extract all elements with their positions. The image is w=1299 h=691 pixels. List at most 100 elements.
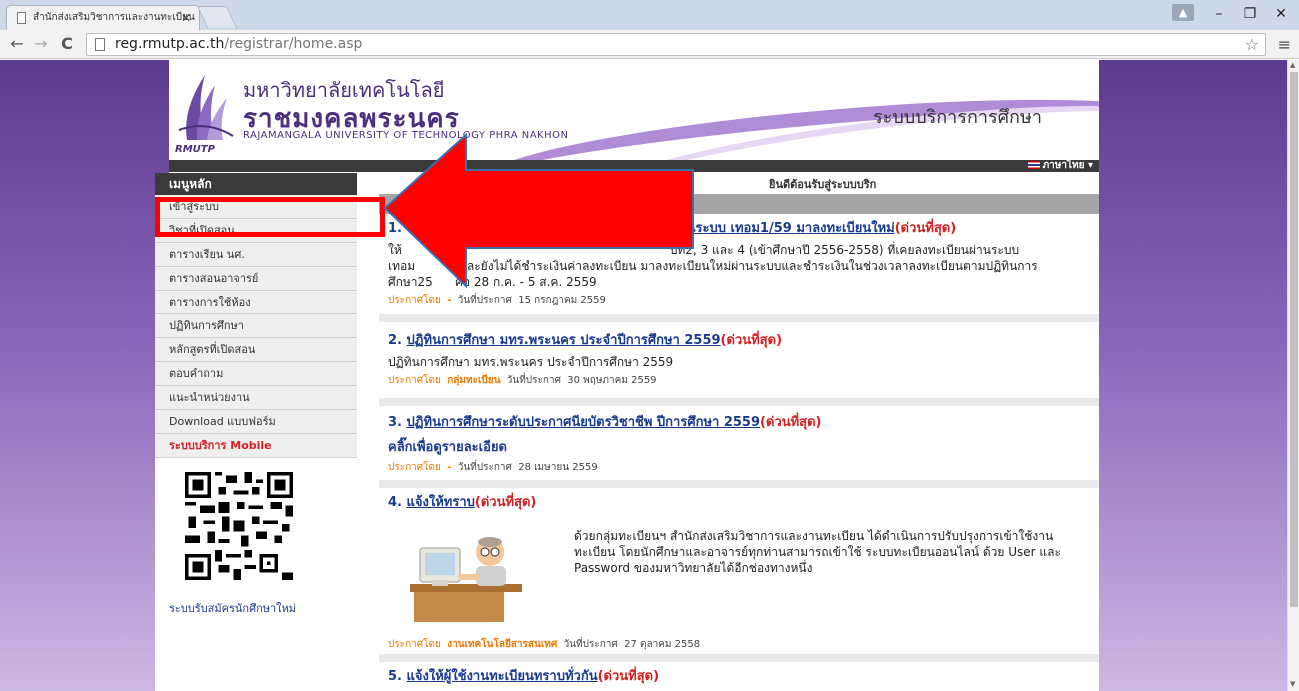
news-item-4: 4. แจ้งให้ทราบ(ด่วนที่สุด) ด้วยกลุ่มทะเบ…	[388, 494, 1088, 644]
system-title: ระบบบริการการศึกษา	[873, 107, 1042, 128]
news-number: 4.	[388, 495, 402, 510]
urgent-label: (ด่วนที่สุด)	[597, 669, 660, 684]
urgent-label: (ด่วนที่สุด)	[894, 221, 957, 236]
sidebar-item-teacher-timetable[interactable]: ตารางสอนอาจารย์	[155, 266, 357, 291]
urgent-label: (ด่วนที่สุด)	[760, 415, 822, 430]
announce-date-label: วันที่ประกาศ	[457, 462, 512, 473]
news-body-fragment: ศึกษา25	[388, 275, 433, 289]
page-viewport: RMUTP มหาวิทยาลัยเทคโนโลยี ราชมงคลพระนคร…	[0, 60, 1287, 691]
news-item-2: 2. ปฏิทินการศึกษา มทร.พระนคร ประจำปีการศ…	[388, 332, 1088, 388]
language-select[interactable]: ภาษาไทย ▾	[1027, 160, 1093, 172]
sidebar-item-about[interactable]: แนะนำหน่วยงาน	[155, 386, 357, 411]
news-body-fragment: ให้	[388, 243, 402, 257]
vertical-scrollbar[interactable]: ▲ ▼	[1287, 60, 1299, 691]
page-icon	[95, 38, 105, 51]
news-title-link[interactable]: เบียนผ่านระบบ เทอม1/59 มาลงทะเบียนใหม่	[643, 221, 895, 236]
announced-by: -	[447, 462, 452, 473]
announce-date-label: วันที่ประกาศ	[506, 375, 561, 386]
close-tab-icon[interactable]: ✕	[181, 6, 191, 30]
urgent-label: (ด่วนที่สุด)	[474, 495, 537, 510]
news-meta: ประกาศโดย - วันที่ประกาศ 15 กรกฎาคม 2559	[388, 294, 1088, 308]
sidebar-item-calendar[interactable]: ปฏิทินการศึกษา	[155, 314, 357, 339]
page-container: RMUTP มหาวิทยาลัยเทคโนโลยี ราชมงคลพระนคร…	[155, 60, 1099, 691]
tab-title: สำนักส่งเสริมวิชาการและงานทะเบียน	[33, 12, 195, 23]
url-host: reg.rmutp.ac.th	[115, 36, 225, 52]
qr-code-icon[interactable]	[185, 472, 293, 580]
scroll-down-icon[interactable]: ▼	[1290, 680, 1295, 688]
urgent-label: (ด่วนที่สุด)	[720, 333, 783, 348]
news-body: ด้วยกลุ่มทะเบียนฯ สำนักส่งเสริมวิชาการแล…	[574, 529, 1061, 575]
university-name-en: RAJAMANGALA UNIVERSITY OF TECHNOLOGY PHR…	[243, 130, 569, 141]
news-title-link[interactable]: ปฏิทินการศึกษาระดับประกาศนียบัตรวิชาชีพ …	[407, 415, 761, 430]
announced-by: กลุ่มทะเบียน	[447, 375, 501, 386]
news-item-1: 1. เบียนผ่านระบบ เทอม1/59 มาลงทะเบียนใหม…	[388, 220, 1088, 308]
sidebar-heading: เมนูหลัก	[155, 173, 357, 195]
sidebar-item-mobile[interactable]: ระบบบริการ Mobile	[155, 433, 357, 458]
new-tab-button[interactable]	[196, 6, 238, 28]
minimize-icon[interactable]: –	[1204, 3, 1234, 25]
news-body: ปฏิทินการศึกษา มทร.พระนคร ประจำปีการศึกษ…	[388, 355, 674, 369]
news-title-link[interactable]: ปฏิทินการศึกษา มทร.พระนคร ประจำปีการศึกษ…	[407, 333, 721, 348]
thai-flag-icon	[1027, 161, 1040, 169]
highlight-box	[155, 197, 385, 237]
news-number: 1.	[388, 221, 402, 236]
scroll-thumb[interactable]	[1290, 72, 1298, 607]
news-separator	[379, 314, 1099, 322]
sidebar-item-curriculum[interactable]: หลักสูตรที่เปิดสอน	[155, 338, 357, 363]
url-path: /registrar/home.asp	[224, 36, 363, 52]
site-header: RMUTP มหาวิทยาลัยเทคโนโลยี ราชมงคลพระนคร…	[169, 60, 1099, 160]
announce-date: 15 กรกฎาคม 2559	[518, 295, 606, 306]
news-item-3: 3. ปฏิทินการศึกษาระดับประกาศนียบัตรวิชาช…	[388, 414, 1088, 475]
news-body-line-3: คือ 28 ก.ค. - 5 ส.ค. 2559	[454, 275, 597, 289]
forward-arrow-icon[interactable]: →	[30, 33, 52, 55]
announce-date-label: วันที่ประกาศ	[457, 295, 512, 306]
close-window-icon[interactable]: ✕	[1266, 3, 1296, 25]
language-label: ภาษาไทย ▾	[1042, 160, 1093, 171]
announced-by-label: ประกาศโดย	[388, 639, 441, 650]
news-number: 5.	[388, 669, 402, 684]
announced-by: งานเทคโนโลยีสารสนเทศ	[447, 639, 558, 650]
news-separator	[379, 398, 1099, 406]
new-student-link[interactable]: ระบบรับสมัครนักศึกษาใหม่	[169, 599, 296, 617]
announce-date: 28 เมษายน 2559	[518, 462, 598, 473]
browser-tab[interactable]: สำนักส่งเสริมวิชาการและงานทะเบียน ✕	[6, 5, 200, 30]
news-title-link[interactable]: แจ้งให้ทราบ	[407, 495, 475, 510]
announced-by-label: ประกาศโดย	[388, 295, 441, 306]
details-link[interactable]: คลิ๊กเพื่อดูรายละเอียด	[388, 436, 1088, 457]
news-meta: ประกาศโดย กลุ่มทะเบียน วันที่ประกาศ 30 พ…	[388, 374, 1088, 388]
announce-date-label: วันที่ประกาศ	[563, 639, 618, 650]
news-meta-row: ประกาศโดย งานเทคโนโลยีสารสนเทศ วันที่ประ…	[388, 634, 1088, 652]
news-item-5: 5. แจ้งให้ผู้ใช้งานทะเบียนทราบทั่วกัน(ด่…	[388, 668, 1088, 686]
browser-menu-icon[interactable]: ≡	[1278, 34, 1291, 56]
maximize-icon[interactable]: ❐	[1235, 3, 1265, 25]
browser-tabbar: สำนักส่งเสริมวิชาการและงานทะเบียน ✕ ▲ – …	[0, 0, 1299, 30]
news-number: 2.	[388, 333, 402, 348]
sidebar-item-room-timetable[interactable]: ตารางการใช้ห้อง	[155, 290, 357, 315]
logo-text: RMUTP	[175, 144, 215, 155]
sidebar-item-faq[interactable]: ตอบคำถาม	[155, 362, 357, 387]
sidebar-menu: เมนูหลัก เข้าสู่ระบบ วิชาที่เปิดสอน ตารา…	[155, 173, 357, 691]
news-meta: ประกาศโดย งานเทคโนโลยีสารสนเทศ วันที่ประ…	[388, 638, 1088, 652]
news-header-bar	[379, 194, 1099, 214]
sidebar-item-download[interactable]: Download แบบฟอร์ม	[155, 410, 357, 434]
news-body-line-1: ปีที่2, 3 และ 4 (เข้าศึกษาปี 2556-2558) …	[669, 243, 1020, 257]
back-arrow-icon[interactable]: ←	[6, 33, 28, 55]
university-logo-icon	[178, 75, 234, 140]
news-separator	[379, 654, 1099, 662]
scroll-up-icon[interactable]: ▲	[1290, 61, 1295, 69]
news-body-line-2: และยังไม่ได้ชำระเงินค่าลงทะเบียน มาลงทะเ…	[459, 259, 1038, 273]
announce-date: 27 ตุลาคม 2558	[624, 639, 701, 650]
news-body-fragment: เทอม	[388, 259, 416, 273]
bookmark-star-icon[interactable]: ☆	[1245, 34, 1259, 55]
sidebar-item-student-timetable[interactable]: ตารางเรียน นศ.	[155, 242, 357, 267]
browser-toolbar: ← → C reg.rmutp.ac.th/registrar/home.asp…	[0, 30, 1299, 59]
address-bar[interactable]: reg.rmutp.ac.th/registrar/home.asp ☆	[86, 33, 1266, 56]
page-icon	[17, 12, 26, 24]
computer-user-cartoon-icon	[410, 537, 522, 622]
user-profile-icon[interactable]: ▲	[1172, 4, 1194, 21]
news-title-link[interactable]: แจ้งให้ผู้ใช้งานทะเบียนทราบทั่วกัน	[407, 669, 598, 684]
reload-icon[interactable]: C	[56, 33, 78, 55]
announced-by: -	[447, 295, 452, 306]
announce-date: 30 พฤษภาคม 2559	[567, 375, 657, 386]
announced-by-label: ประกาศโดย	[388, 462, 441, 473]
